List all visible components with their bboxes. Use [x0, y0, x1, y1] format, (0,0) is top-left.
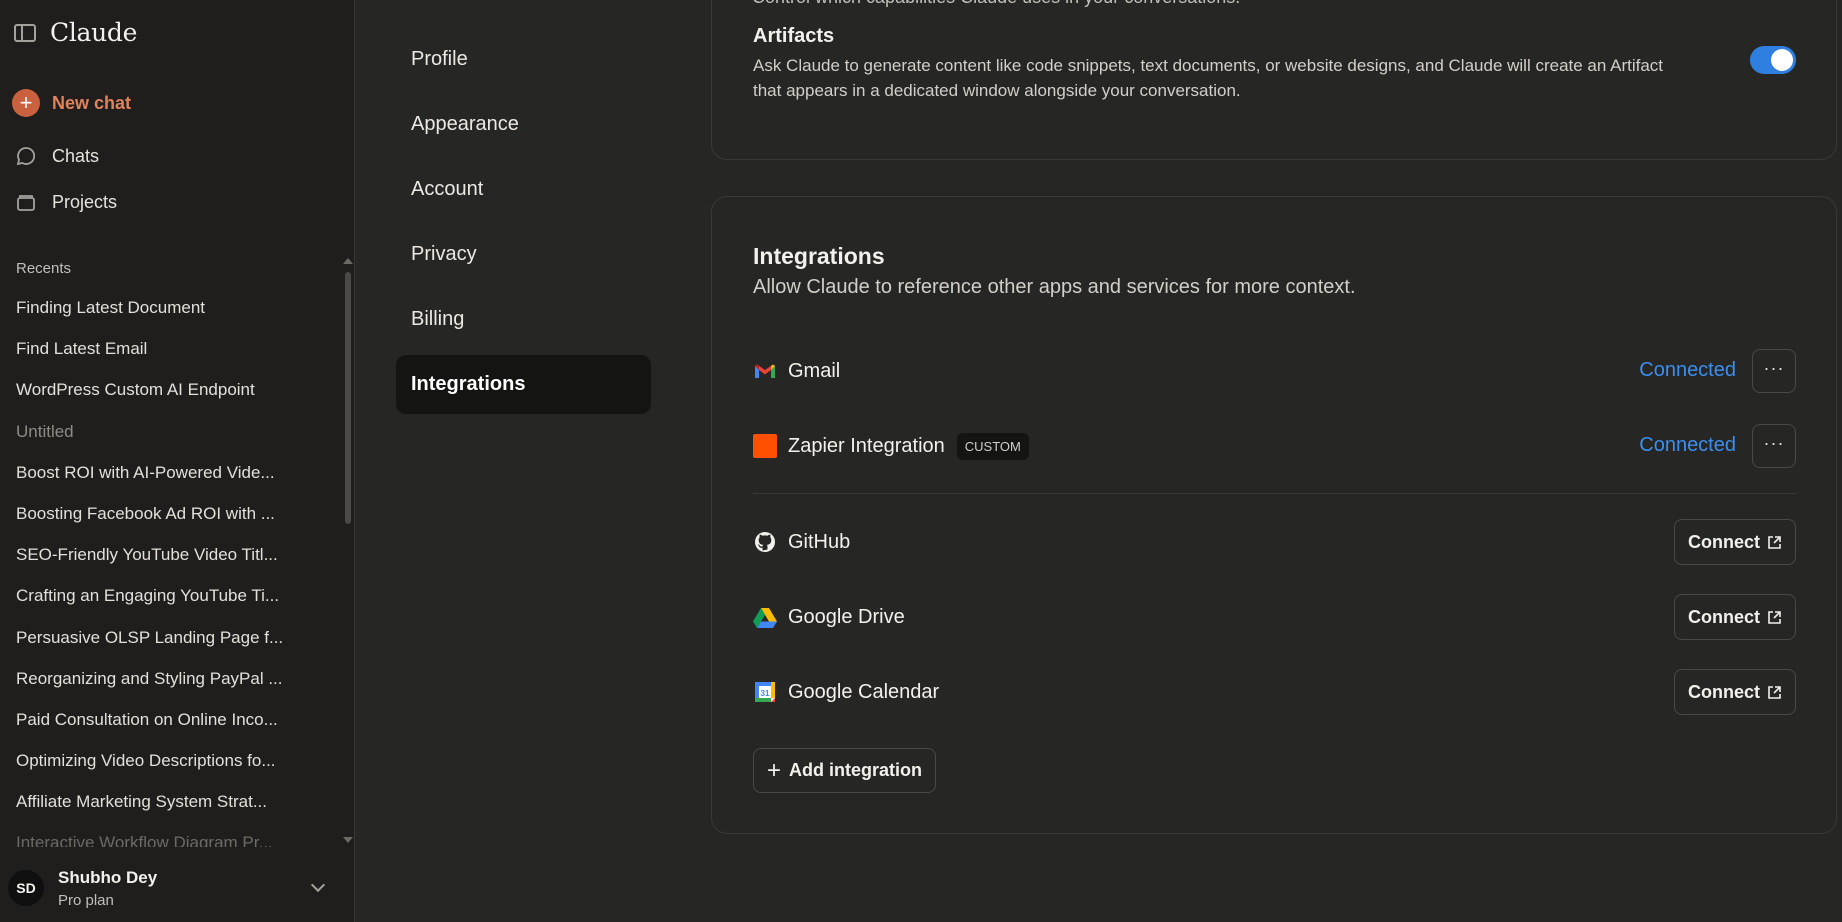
user-name: Shubho Dey — [58, 867, 158, 887]
folder-icon — [12, 191, 40, 213]
new-chat-label: New chat — [52, 92, 132, 113]
connect-github-button[interactable]: Connect — [1674, 519, 1796, 565]
google-drive-icon — [753, 605, 777, 629]
connect-google-calendar-button[interactable]: Connect — [1674, 669, 1796, 715]
zapier-icon — [753, 434, 777, 458]
recent-chat-item[interactable]: Persuasive OLSP Landing Page f... — [0, 617, 340, 658]
settings-tab-profile[interactable]: Profile — [396, 30, 651, 89]
toggle-knob — [1771, 49, 1793, 71]
recents-scrollbar[interactable] — [345, 272, 351, 524]
recent-chat-item[interactable]: Affiliate Marketing System Strat... — [0, 781, 340, 822]
chevron-down-icon — [310, 877, 326, 893]
integrations-subtitle: Allow Claude to reference other apps and… — [753, 276, 1356, 298]
user-info: Shubho Dey Pro plan — [58, 868, 157, 909]
capabilities-description: Control which capabilities Claude uses i… — [752, 0, 1240, 8]
recent-chat-item[interactable]: Crafting an Engaging YouTube Ti... — [0, 575, 340, 616]
artifacts-title: Artifacts — [753, 25, 835, 47]
gmail-icon — [753, 359, 777, 383]
svg-text:31: 31 — [761, 689, 770, 698]
recents-heading: Recents — [16, 260, 72, 277]
sidebar-toggle-icon[interactable] — [14, 23, 36, 42]
more-options-button[interactable]: ··· — [1752, 349, 1796, 393]
recent-chat-item[interactable]: Paid Consultation on Online Inco... — [0, 699, 340, 740]
settings-tab-integrations[interactable]: Integrations — [396, 355, 651, 414]
recent-chat-item[interactable]: Optimizing Video Descriptions fo... — [0, 740, 340, 781]
recent-chat-item[interactable]: Boosting Facebook Ad ROI with ... — [0, 493, 340, 534]
recent-chat-item[interactable]: Reorganizing and Styling PayPal ... — [0, 658, 340, 699]
settings-tab-billing[interactable]: Billing — [396, 290, 651, 349]
integration-row-google-drive: Google Drive Connect — [753, 594, 1796, 640]
recent-chat-item[interactable]: Boost ROI with AI-Powered Vide... — [0, 452, 340, 493]
integration-row-zapier: Zapier Integration CUSTOM Connected ··· — [753, 424, 1796, 468]
recent-chat-item[interactable]: Find Latest Email — [0, 328, 340, 369]
chats-label: Chats — [52, 145, 100, 166]
settings-tab-account[interactable]: Account — [396, 160, 651, 219]
avatar: SD — [8, 870, 44, 906]
integration-name: Zapier Integration — [788, 434, 945, 457]
github-icon — [753, 530, 777, 554]
scroll-up-arrow-icon[interactable] — [343, 258, 353, 264]
integration-name: GitHub — [788, 530, 851, 553]
integration-row-gmail: Gmail Connected ··· — [753, 349, 1796, 393]
artifacts-card: Control which capabilities Claude uses i… — [711, 0, 1837, 160]
more-options-button[interactable]: ··· — [1752, 424, 1796, 468]
recent-chat-item[interactable]: WordPress Custom AI Endpoint — [0, 369, 340, 410]
sidebar-header: Claude — [14, 18, 137, 47]
google-calendar-icon: 31 — [753, 680, 777, 704]
artifacts-description: Ask Claude to generate content like code… — [753, 56, 1664, 100]
connect-label: Connect — [1688, 681, 1760, 702]
integrations-title: Integrations — [753, 243, 885, 269]
user-menu[interactable]: SD Shubho Dey Pro plan — [8, 862, 343, 914]
brand-logo: Claude — [50, 18, 138, 47]
external-link-icon — [1768, 610, 1781, 624]
plus-icon: + — [12, 89, 40, 117]
user-plan: Pro plan — [58, 891, 114, 909]
integration-row-github: GitHub Connect — [753, 519, 1796, 565]
projects-label: Projects — [52, 191, 118, 212]
add-integration-button[interactable]: + Add integration — [753, 748, 936, 793]
recent-chat-item[interactable]: Untitled — [0, 411, 340, 452]
artifacts-toggle[interactable] — [1750, 46, 1796, 74]
integration-name: Google Drive — [788, 605, 905, 628]
settings-tab-appearance[interactable]: Appearance — [396, 95, 651, 154]
integration-row-google-calendar: 31 Google Calendar Connect — [753, 669, 1796, 715]
chat-bubble-icon — [12, 145, 40, 167]
recent-chat-item[interactable]: SEO-Friendly YouTube Video Titl... — [0, 534, 340, 575]
external-link-icon — [1768, 685, 1781, 699]
recents-list: Finding Latest Document Find Latest Emai… — [0, 287, 340, 847]
add-integration-label: Add integration — [789, 760, 922, 780]
external-link-icon — [1768, 535, 1781, 549]
integration-name: Gmail — [788, 359, 841, 382]
settings-tab-privacy[interactable]: Privacy — [396, 225, 651, 284]
connect-google-drive-button[interactable]: Connect — [1674, 594, 1796, 640]
recent-chat-item[interactable]: Finding Latest Document — [0, 287, 340, 328]
new-chat-button[interactable]: + New chat — [12, 86, 131, 120]
recent-chat-item[interactable]: Interactive Workflow Diagram Pr... — [0, 822, 340, 847]
connect-label: Connect — [1688, 531, 1760, 552]
scroll-down-arrow-icon[interactable] — [343, 837, 353, 843]
projects-link[interactable]: Projects — [12, 185, 117, 219]
chats-link[interactable]: Chats — [12, 139, 99, 173]
integrations-card: Integrations Allow Claude to reference o… — [711, 196, 1837, 834]
connected-status-link[interactable]: Connected — [1639, 434, 1736, 457]
connected-status-link[interactable]: Connected — [1639, 359, 1736, 382]
custom-badge: CUSTOM — [956, 432, 1029, 460]
integration-name: Google Calendar — [788, 680, 940, 703]
settings-nav: Profile Appearance Account Privacy Billi… — [396, 30, 651, 420]
plus-icon: + — [766, 756, 781, 784]
connect-label: Connect — [1688, 606, 1760, 627]
sidebar: Claude + New chat Chats Projects Recents… — [0, 0, 355, 922]
section-divider — [753, 493, 1796, 494]
